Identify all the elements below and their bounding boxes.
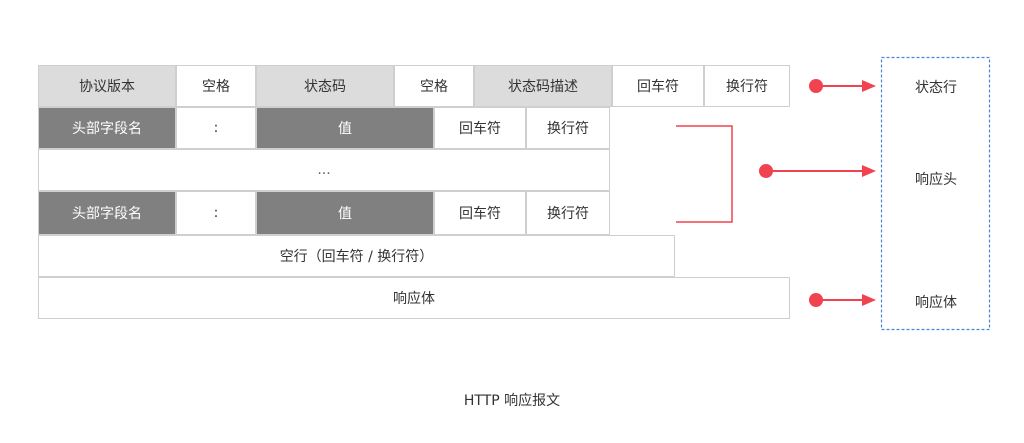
headers-bracket bbox=[676, 125, 733, 223]
status-line-arrow bbox=[809, 79, 876, 93]
legend-status-line: 状态行 bbox=[915, 80, 957, 96]
body-arrow bbox=[809, 293, 876, 307]
headers-arrow bbox=[759, 164, 876, 178]
diagram-caption: HTTP 响应报文 bbox=[463, 393, 561, 409]
legend-headers: 响应头 bbox=[915, 172, 957, 188]
legend-body: 响应体 bbox=[915, 295, 957, 311]
connector-overlay bbox=[676, 56, 991, 331]
legend-dashed-box bbox=[880, 56, 991, 331]
